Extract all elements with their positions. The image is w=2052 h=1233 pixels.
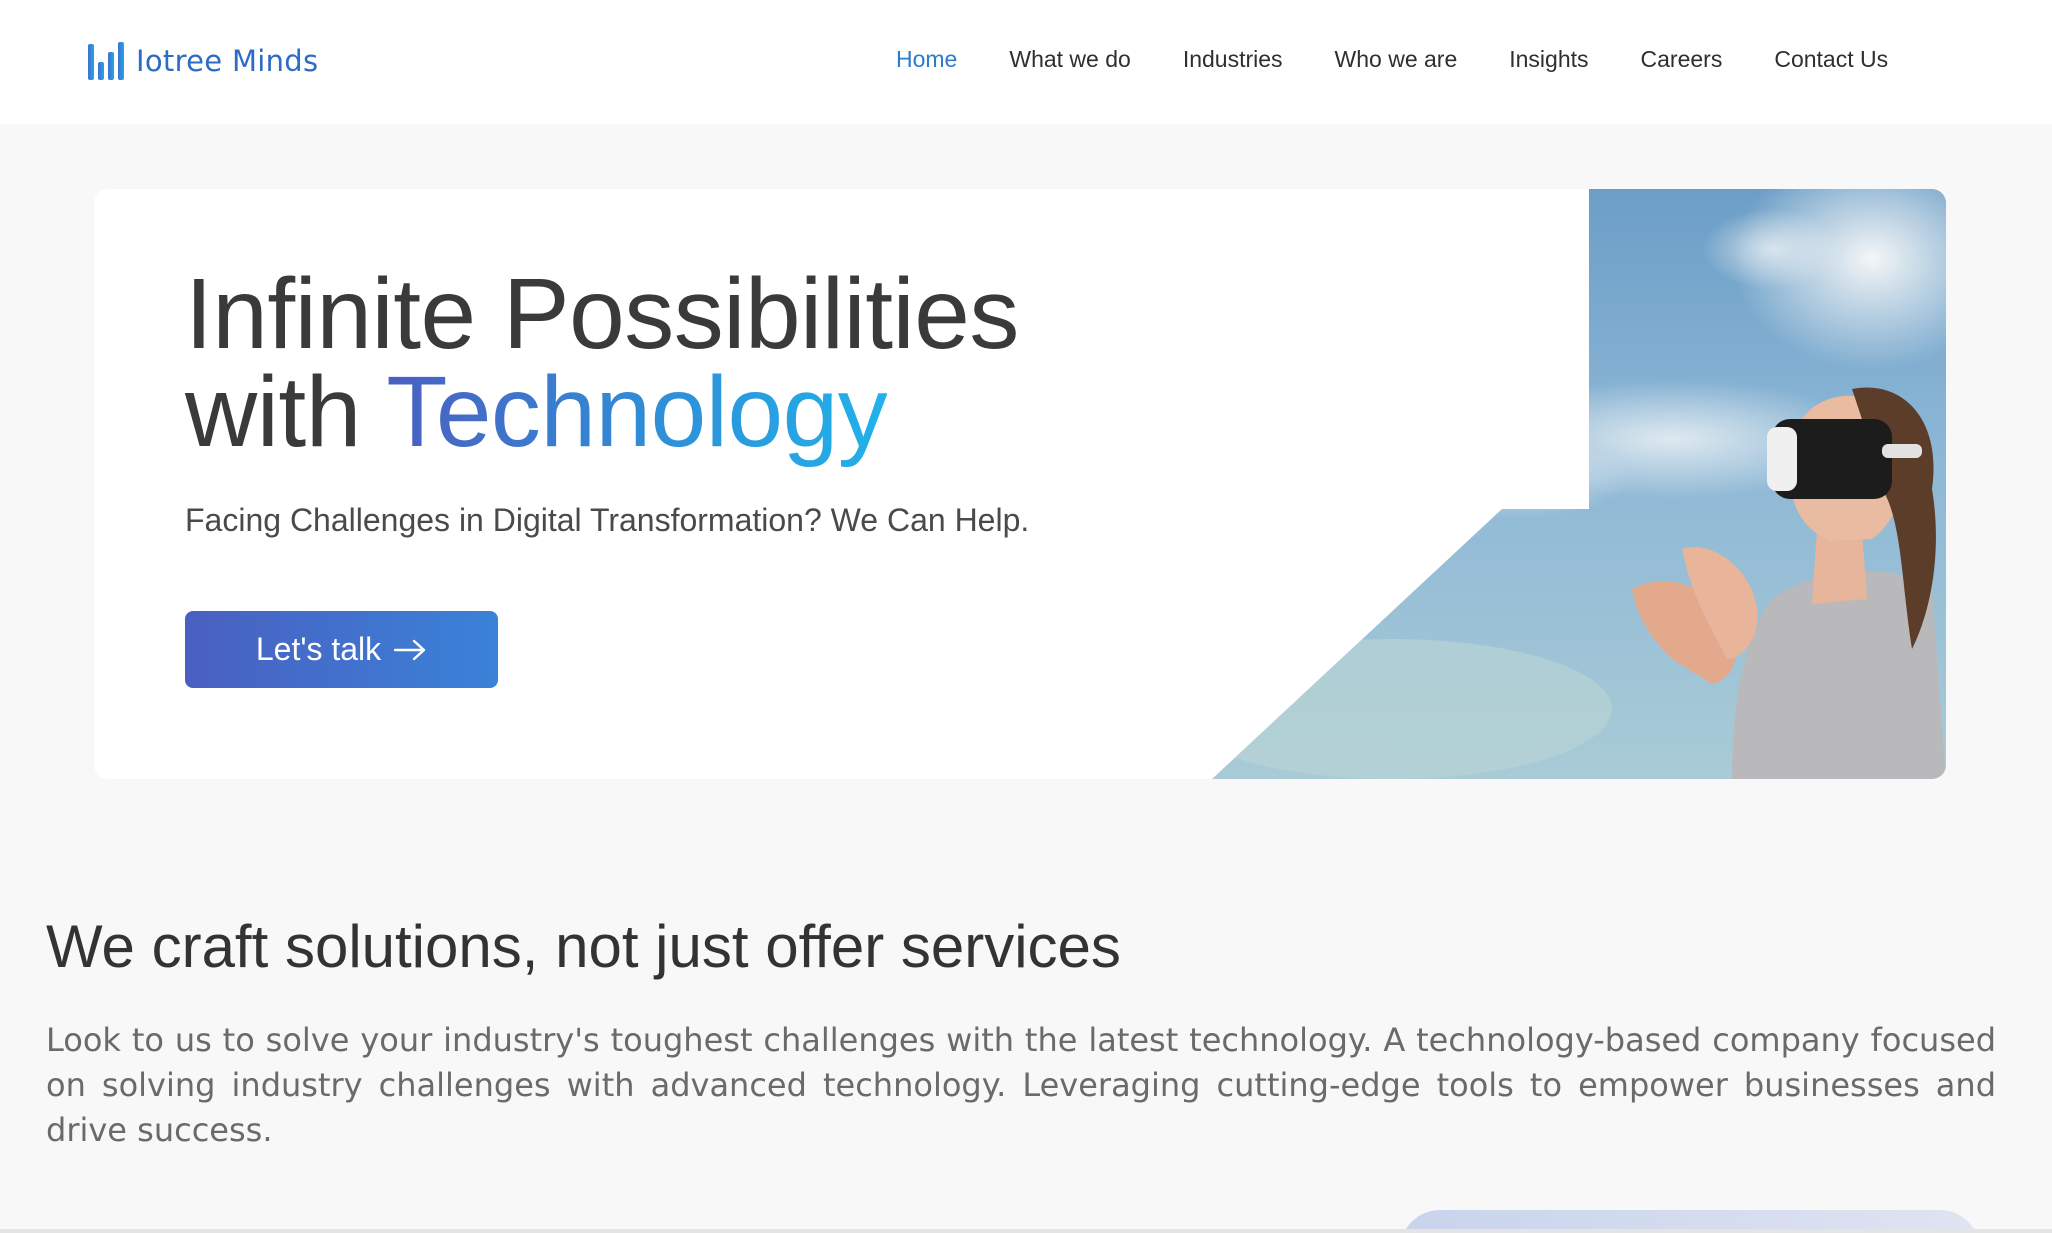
brand-logo[interactable]: Iotree Minds: [86, 40, 318, 82]
main-nav: Home What we do Industries Who we are In…: [896, 46, 1888, 73]
nav-what-we-do[interactable]: What we do: [1009, 46, 1130, 73]
lets-talk-button[interactable]: Let's talk: [185, 611, 498, 688]
hero-title-line1: Infinite Possibilities: [185, 258, 1019, 370]
brand-name: Iotree Minds: [136, 44, 319, 78]
hero-vr-photo: [1212, 189, 1946, 779]
nav-insights[interactable]: Insights: [1509, 46, 1588, 73]
nav-contact-us[interactable]: Contact Us: [1774, 46, 1888, 73]
hero-title: Infinite Possibilities with Technology: [185, 264, 1019, 462]
bar-chart-logo-icon: [88, 42, 124, 80]
nav-home[interactable]: Home: [896, 46, 957, 73]
solutions-description: Look to us to solve your industry's toug…: [46, 1021, 1996, 1149]
arrow-right-icon: [393, 639, 426, 660]
page-divider: [0, 1229, 2052, 1233]
hero-card: Infinite Possibilities with Technology F…: [94, 189, 1946, 779]
hero-title-accent: Technology: [386, 356, 888, 468]
nav-careers[interactable]: Careers: [1641, 46, 1723, 73]
hero-subtitle: Facing Challenges in Digital Transformat…: [185, 502, 1030, 538]
nav-industries[interactable]: Industries: [1183, 46, 1283, 73]
solutions-title: We craft solutions, not just offer servi…: [46, 913, 1121, 980]
cta-label: Let's talk: [255, 631, 382, 667]
site-header: Iotree Minds Home What we do Industries …: [0, 0, 2052, 124]
nav-who-we-are[interactable]: Who we are: [1335, 46, 1458, 73]
hero-title-prefix: with: [185, 356, 387, 468]
